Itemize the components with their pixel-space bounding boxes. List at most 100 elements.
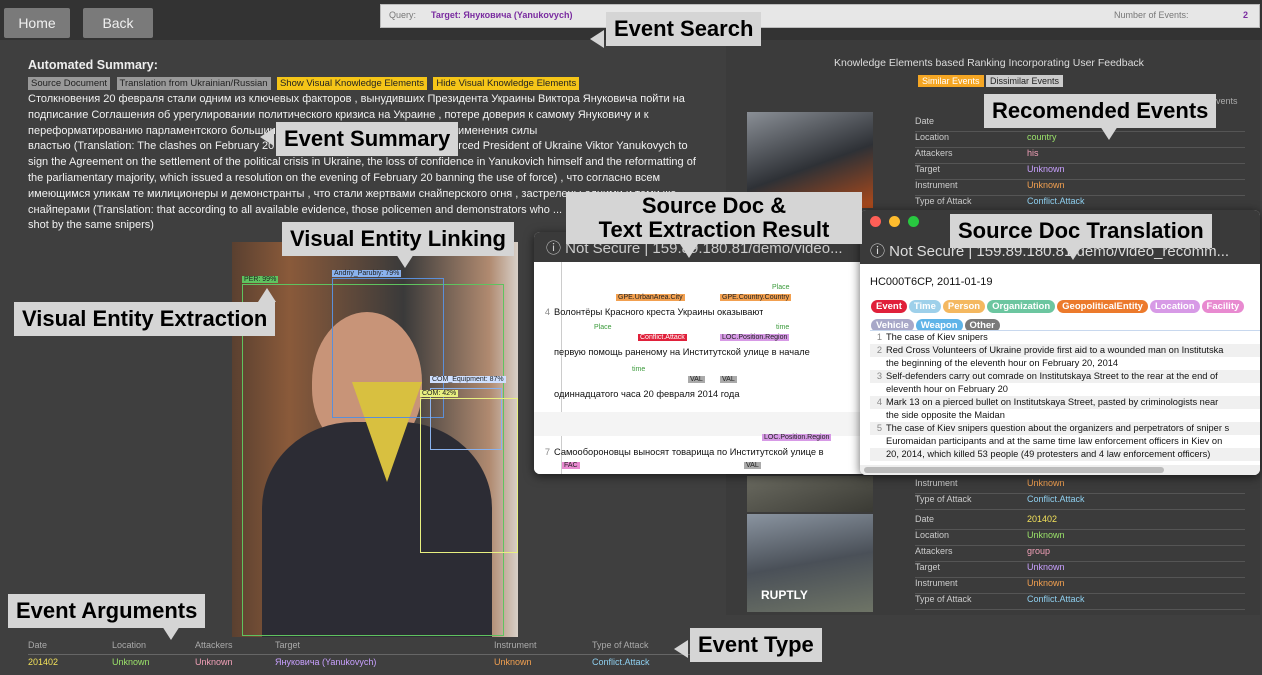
show-visual-button[interactable]: Show Visual Knowledge Elements bbox=[276, 77, 427, 90]
entity-type-chip[interactable]: GeopoliticalEntity bbox=[1057, 300, 1148, 313]
entity-tag[interactable]: VAL bbox=[720, 376, 737, 383]
kv-key: Date bbox=[915, 514, 935, 524]
recommended-event-3[interactable]: RUPTLY Date 201402 Location Unknown Attack… bbox=[747, 512, 1257, 612]
entity-type-chip[interactable]: Facility bbox=[1201, 300, 1245, 313]
entity-type-chip[interactable]: Person bbox=[942, 300, 986, 313]
kv-key: Type of Attack bbox=[915, 196, 972, 206]
bbox-label-com: COM: 42% bbox=[420, 390, 459, 397]
translation-line: the beginning of the eleventh hour on Fe… bbox=[870, 357, 1260, 370]
kv-row: Instrument Unknown bbox=[915, 578, 1245, 594]
callout-arrow bbox=[1100, 126, 1118, 140]
args-type[interactable]: Conflict.Attack bbox=[592, 657, 650, 667]
entity-tag[interactable]: LOC.Position.Region bbox=[720, 334, 790, 341]
args-header-date: Date bbox=[28, 640, 48, 650]
args-date[interactable]: 201402 bbox=[28, 657, 58, 667]
relation-tag: time bbox=[632, 366, 646, 373]
kv-value: Unknown bbox=[1027, 578, 1065, 588]
recommended-title: Knowledge Elements based Ranking Incorpo… bbox=[834, 57, 1144, 69]
home-button[interactable]: Home bbox=[4, 8, 70, 38]
entity-tag[interactable]: LOC.Position.Region bbox=[762, 434, 832, 441]
args-header-attackers: Attackers bbox=[195, 640, 233, 650]
translation-line: 20, 2014, which killed 53 people (49 pro… bbox=[870, 448, 1260, 461]
summary-buttons: Source Document Translation from Ukraini… bbox=[28, 73, 581, 91]
entity-type-chip[interactable]: Time bbox=[908, 300, 941, 313]
entity-tag[interactable]: VAL bbox=[744, 462, 761, 469]
hide-visual-button[interactable]: Hide Visual Knowledge Elements bbox=[433, 77, 580, 90]
translation-text[interactable]: 1 The case of Kiev snipers 2 Red Cross Volu… bbox=[870, 330, 1260, 465]
args-divider bbox=[28, 654, 738, 655]
callout-event-type: Event Type bbox=[690, 628, 822, 662]
translation-line: eleventh hour on February 20 bbox=[870, 383, 1260, 396]
source-doc-window[interactable]: ⓘ Not Secure | 159.89.180.81/demo/video.… bbox=[534, 232, 866, 474]
entity-type-chip[interactable]: Event bbox=[871, 300, 907, 313]
entity-tag[interactable]: Conflict.Attack bbox=[638, 334, 687, 341]
translation-window[interactable]: ⓘ Not Secure | 159.89.180.81/demo/video_… bbox=[860, 210, 1260, 475]
kv-value: Unknown bbox=[1027, 562, 1065, 572]
kv-key: Date bbox=[915, 116, 935, 126]
callout-event-search: Event Search bbox=[606, 12, 762, 46]
line-number: 4 bbox=[876, 397, 882, 407]
query-bar[interactable]: Query: Target: Януковича (Yanukovych) Nu… bbox=[380, 4, 1260, 28]
relation-tag: Place bbox=[594, 324, 612, 331]
callout-arrow bbox=[1064, 246, 1082, 260]
args-location[interactable]: Unknown bbox=[112, 657, 150, 667]
callout-source-doc-line2: Text Extraction Result bbox=[598, 217, 830, 242]
callout-source-translation: Source Doc Translation bbox=[950, 214, 1212, 248]
kv-key: Location bbox=[915, 530, 950, 540]
relation-tag: Place bbox=[772, 284, 790, 291]
line-text: первую помощь раненому на Институтской у… bbox=[554, 347, 810, 357]
source-doc-body[interactable]: GPE.UrbanArea.City GPE.Country.Country P… bbox=[534, 262, 866, 474]
minimize-icon[interactable] bbox=[889, 216, 900, 227]
args-header-type: Type of Attack bbox=[592, 640, 649, 650]
line-number: 2 bbox=[876, 345, 882, 355]
line-text: The case of Kiev snipers question about … bbox=[886, 423, 1230, 433]
entity-tag[interactable]: GPE.UrbanArea.City bbox=[616, 294, 685, 301]
scrollbar-thumb[interactable] bbox=[864, 467, 1164, 473]
bbox-label-face: Andriy_Parubiy: 79% bbox=[332, 270, 402, 277]
source-line-7: 7 Самообороновцы выносят товарища по Инст… bbox=[538, 446, 824, 459]
kv-key: Type of Attack bbox=[915, 494, 972, 504]
entity-type-legend: Event Time Person Organization GeopoliticalE… bbox=[870, 296, 1255, 334]
entity-type-chip[interactable]: Location bbox=[1149, 300, 1200, 313]
event-thumbnail[interactable] bbox=[747, 476, 873, 512]
tab-dissimilar[interactable]: Dissimilar Events bbox=[986, 75, 1064, 87]
line-number: 5 bbox=[876, 423, 882, 433]
thumbnail-caption: RUPTLY bbox=[761, 588, 808, 602]
line-text: eleventh hour on February 20 bbox=[886, 384, 1008, 394]
maximize-icon[interactable] bbox=[908, 216, 919, 227]
entity-type-chip[interactable]: Organization bbox=[987, 300, 1056, 313]
kv-value: 201402 bbox=[1027, 514, 1058, 524]
event-thumbnail[interactable]: RUPTLY bbox=[747, 514, 873, 612]
args-target[interactable]: Януковича (Yanukovych) bbox=[275, 657, 376, 667]
line-text: Mark 13 on a pierced bullet on Instituts… bbox=[886, 397, 1219, 407]
line-number: 7 bbox=[544, 447, 550, 457]
translation-button[interactable]: Translation from Ukrainian/Russian bbox=[116, 77, 271, 90]
bbox-com bbox=[420, 398, 518, 553]
summary-line: Столкновения 20 февраля стали одним из к… bbox=[28, 93, 685, 105]
kv-key: Location bbox=[915, 132, 950, 142]
kv-value: Conflict.Attack bbox=[1027, 594, 1085, 604]
recommended-event-2[interactable]: Instrument Unknown Type of Attack Conflict… bbox=[747, 476, 1257, 512]
entity-tag[interactable]: FAC bbox=[562, 462, 580, 469]
horizontal-scrollbar[interactable] bbox=[860, 465, 1260, 475]
args-attackers[interactable]: Unknown bbox=[195, 657, 233, 667]
args-instrument[interactable]: Unknown bbox=[494, 657, 532, 667]
back-button[interactable]: Back bbox=[83, 8, 153, 38]
tab-similar[interactable]: Similar Events bbox=[918, 75, 984, 87]
kv-row: Target Unknown bbox=[915, 562, 1245, 578]
kv-key: Instrument bbox=[915, 180, 958, 190]
line-text: The case of Kiev snipers bbox=[886, 332, 988, 342]
close-icon[interactable] bbox=[870, 216, 881, 227]
kv-value: group bbox=[1027, 546, 1051, 556]
entity-tag[interactable]: VAL bbox=[688, 376, 705, 383]
kv-value: Unknown bbox=[1027, 180, 1065, 190]
kv-row: Date 201402 bbox=[915, 514, 1245, 530]
line-text: Самообороновцы выносят товарища по Инсти… bbox=[554, 447, 824, 457]
source-document-button[interactable]: Source Document bbox=[28, 77, 111, 90]
kv-key: Target bbox=[915, 164, 941, 174]
kv-row: Type of Attack Conflict.Attack bbox=[915, 594, 1245, 610]
bbox-face bbox=[332, 278, 444, 418]
entity-tag[interactable]: GPE.Country.Country bbox=[720, 294, 792, 301]
translation-line: 5 The case of Kiev snipers question about… bbox=[870, 422, 1260, 435]
translation-line: 2 Red Cross Volunteers of Ukraine provide… bbox=[870, 344, 1260, 357]
